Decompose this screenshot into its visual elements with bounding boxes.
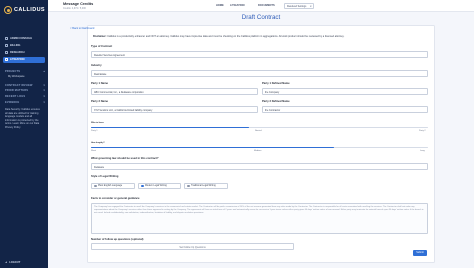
writing-style-label: Style of Legal Writing: [91, 175, 119, 178]
style-option-label: Modern Legal Writing: [145, 185, 167, 187]
select-value: Resolved Settings: [287, 5, 307, 8]
party1-name-input[interactable]: ABC Commercial, Inc., a Delaware corpora…: [91, 88, 258, 95]
style-option-label: Traditional Legal Writing: [191, 185, 216, 187]
settings-select[interactable]: Resolved Settings ▾: [284, 2, 314, 9]
followups-input[interactable]: Set Follow Up Questions: [91, 243, 294, 250]
credits-count: Credits: 4,974 / 5,000: [63, 6, 86, 10]
favor-slider-fill: [91, 127, 250, 129]
facts-textarea[interactable]: The Company has engaged the Contractor t…: [91, 203, 428, 234]
credits-title: Message Credits: [63, 2, 94, 6]
section-label: PRIOR MATTERS: [5, 89, 29, 92]
disclaimer-label: Disclaimer:: [93, 35, 107, 38]
admin-icon: [5, 37, 8, 41]
party2-defined-label: Party 2 Defined Name: [262, 100, 290, 103]
contract-type-label: Type of Contract: [91, 45, 113, 48]
nav-link-home[interactable]: HOME: [216, 4, 224, 7]
party2-defined-input[interactable]: the Contractor: [262, 106, 428, 113]
sidebar-item-label: LITIGATION: [10, 58, 25, 62]
top-bar: Message Credits Credits: 4,974 / 5,000 H…: [48, 0, 474, 12]
sidebar-section-projects[interactable]: PROJECTS ▴: [5, 70, 45, 73]
length-slider-label: How lengthy?: [91, 142, 105, 144]
sidebar-subitem-workspace[interactable]: My Workspace: [8, 75, 25, 78]
research-icon: [5, 51, 8, 55]
sidebar-item-label: RESEARCH: [10, 51, 25, 55]
chevron-down-icon: ▾: [43, 89, 45, 92]
style-option-modern[interactable]: Modern Legal Writing: [138, 183, 181, 189]
sidebar-item-label: ADMIN CONSOLE: [10, 37, 33, 41]
favor-tick-party2: Party 2: [419, 130, 426, 132]
logo-icon: [4, 6, 12, 14]
radio-selected-icon: [141, 184, 144, 188]
disclaimer-text: Callidus is a productivity enhancer and …: [107, 35, 345, 38]
logout-icon: ⇥: [5, 261, 8, 264]
favor-slider[interactable]: [91, 127, 428, 129]
disclaimer: Disclaimer: Callidus is a productivity e…: [93, 35, 429, 39]
sidebar-section-evidence[interactable]: EVIDENCE ▾: [5, 101, 45, 104]
party1-name-label: Party 1 Name: [91, 82, 109, 85]
style-option-traditional[interactable]: Traditional Legal Writing: [184, 183, 228, 189]
brand-logo[interactable]: CALLIDUS: [4, 5, 46, 15]
favor-tick-neutral: Neutral: [255, 130, 262, 132]
radio-icon: [94, 184, 97, 188]
style-option-label: Plain English Language: [98, 185, 123, 187]
sidebar-section-prior-matters[interactable]: PRIOR MATTERS ▾: [5, 89, 45, 92]
sidebar-item-label: BILLING: [10, 44, 21, 48]
sidebar-item-billing[interactable]: BILLING: [0, 43, 48, 49]
brand-name: CALLIDUS: [14, 7, 46, 13]
radio-icon: [187, 184, 190, 188]
billing-icon: [5, 44, 8, 48]
length-tick-medium: Medium: [254, 150, 262, 152]
section-label: EVIDENCE: [5, 101, 20, 104]
chevron-down-icon: ▾: [43, 95, 45, 98]
data-security-note: Data Security: Callidus ensures all data…: [5, 108, 40, 129]
sidebar: CALLIDUS ADMIN CONSOLE BILLING RESEARCH …: [0, 0, 48, 268]
length-slider[interactable]: [91, 147, 428, 149]
back-link[interactable]: < Back to Dashboard: [70, 27, 94, 30]
party2-name-input[interactable]: XYZ Vendors LLC, a California limited li…: [91, 106, 258, 113]
sidebar-section-recent-logs[interactable]: RECENT LOGS ▾: [5, 95, 45, 98]
favor-tick-party1: Party 1: [91, 130, 98, 132]
governing-law-input[interactable]: Delaware: [91, 163, 428, 170]
chevron-down-icon: ▾: [43, 84, 45, 87]
followups-label: Number of follow up questions (optional): [91, 238, 144, 241]
nav-link-litigation[interactable]: LITIGATION: [230, 4, 245, 7]
favor-slider-label: Who to favor: [91, 122, 104, 124]
litigation-icon: [5, 58, 8, 62]
party2-name-label: Party 2 Name: [91, 100, 109, 103]
facts-label: Facts to consider or general guidance: [91, 197, 140, 200]
governing-law-label: What governing law should be used in thi…: [91, 157, 159, 160]
contract-type-input[interactable]: Reseller Services Agreement: [91, 51, 428, 58]
length-tick-long: Long: [420, 150, 425, 152]
party1-defined-input[interactable]: the Company: [262, 88, 428, 95]
chevron-down-icon: ▾: [310, 4, 312, 8]
page-title: Draft Contract: [241, 14, 281, 21]
submit-button[interactable]: Submit: [413, 250, 427, 256]
sidebar-item-admin-console[interactable]: ADMIN CONSOLE: [0, 36, 48, 42]
section-label: RECENT LOGS: [5, 95, 26, 98]
sidebar-item-research[interactable]: RESEARCH: [0, 50, 48, 56]
section-label: CONTRACT REVIEW: [5, 84, 33, 87]
logout-button[interactable]: ⇥ LOGOUT: [5, 261, 20, 264]
chevron-down-icon: ▾: [43, 101, 45, 104]
industry-input[interactable]: Real Estate: [91, 70, 428, 77]
style-option-plain[interactable]: Plain English Language: [91, 183, 135, 189]
length-slider-fill: [91, 147, 334, 149]
sidebar-section-contract-review[interactable]: CONTRACT REVIEW ▾: [5, 84, 45, 87]
chevron-up-icon: ▴: [43, 70, 45, 73]
section-label: PROJECTS: [5, 70, 21, 73]
industry-label: Industry: [91, 64, 102, 67]
logout-label: LOGOUT: [9, 261, 21, 264]
party1-defined-label: Party 1 Defined Name: [262, 82, 290, 85]
nav-link-documents[interactable]: DOCUMENTS: [258, 4, 275, 7]
sidebar-item-litigation[interactable]: LITIGATION: [3, 57, 45, 63]
length-tick-short: Short: [91, 150, 96, 152]
